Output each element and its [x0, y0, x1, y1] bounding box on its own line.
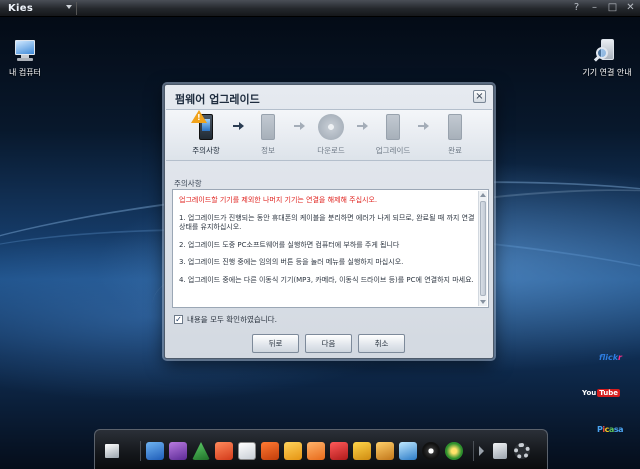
contacts-icon[interactable] [215, 442, 233, 460]
step-label: 완료 [448, 146, 462, 155]
close-icon[interactable]: ✕ [625, 2, 636, 14]
confirm-checkbox-row[interactable]: ✓ 내용을 모두 확인하였습니다. [174, 314, 277, 325]
divider [76, 2, 77, 15]
close-icon[interactable]: × [473, 90, 486, 103]
image-edit-icon[interactable] [399, 442, 417, 460]
picasa-logo[interactable]: Picasa [597, 425, 623, 434]
warning-mark: ! [197, 113, 201, 122]
photo-icon[interactable] [146, 442, 164, 460]
step-label: 다운로드 [317, 146, 345, 155]
messages-icon[interactable] [284, 442, 302, 460]
confirm-label: 내용을 모두 확인하였습니다. [187, 315, 277, 324]
kies-menu-button[interactable]: Kies [4, 1, 76, 16]
music-icon[interactable] [192, 442, 210, 460]
computer-icon [11, 38, 39, 64]
divider [140, 441, 141, 461]
dock-icons [103, 440, 530, 462]
flickr-logo[interactable]: flickr [599, 353, 622, 362]
image-icon[interactable] [376, 442, 394, 460]
dialog-buttons: 뒤로 다음 취소 [252, 334, 405, 353]
divider [473, 441, 474, 461]
phone-upgrade-icon [386, 114, 400, 140]
gallery-icon[interactable] [353, 442, 371, 460]
globe-icon[interactable] [445, 442, 463, 460]
step-label: 정보 [261, 146, 275, 155]
schedule-icon[interactable] [330, 442, 348, 460]
scrollbar[interactable] [478, 191, 487, 306]
disc-icon [318, 114, 344, 140]
section-label: 주의사항 [174, 179, 202, 188]
window-controls: ? – □ ✕ [571, 2, 636, 14]
maximize-icon[interactable]: □ [607, 2, 618, 14]
notice-item: 1. 업그레이드가 진행되는 동안 휴대폰의 케이블을 분리하면 에러가 나게 … [179, 213, 475, 232]
scroll-down-icon[interactable] [480, 300, 486, 304]
calendar-icon[interactable] [238, 442, 256, 460]
step-label: 업그레이드 [375, 146, 411, 155]
kies-logo: Kies [8, 3, 34, 14]
upgrade-steps: ! 주의사항 정보 다운로드 업그레이드 완료 [166, 109, 492, 161]
minimize-icon[interactable]: – [589, 2, 600, 14]
confirm-checkbox[interactable]: ✓ [174, 315, 183, 324]
cancel-button[interactable]: 취소 [358, 334, 405, 353]
notice-warning: 업그레이드할 기기를 제외한 나머지 기기는 연결을 해제해 주십시오. [179, 196, 378, 204]
connection-guide-label: 기기 연결 안내 [582, 68, 632, 77]
step-notice: ! 주의사항 [180, 110, 232, 156]
video-icon[interactable] [169, 442, 187, 460]
dock-bar [94, 429, 548, 469]
help-icon[interactable]: ? [571, 2, 582, 14]
next-button[interactable]: 다음 [305, 334, 352, 353]
disc-icon[interactable] [422, 442, 440, 460]
scroll-thumb[interactable] [480, 201, 486, 296]
my-computer-label: 내 컴퓨터 [9, 68, 41, 77]
phone-check-icon [448, 114, 462, 140]
firmware-upgrade-dialog: 펌웨어 업그레이드 × ! 주의사항 정보 다운로드 업그레이드 완료 주의사항 [164, 84, 494, 359]
step-complete: 완료 [429, 114, 481, 156]
scroll-up-icon[interactable] [480, 193, 486, 197]
dialog-title: 펌웨어 업그레이드 [175, 93, 260, 106]
step-label: 주의사항 [192, 146, 220, 155]
device-search-icon [593, 38, 621, 64]
settings-icon[interactable] [514, 443, 530, 459]
chevron-right-icon[interactable] [479, 446, 484, 456]
my-computer-shortcut[interactable]: 내 컴퓨터 [0, 38, 60, 78]
chevron-down-icon [66, 5, 72, 9]
notice-item: 2. 업그레이드 도중 PC소프트웨어를 실행하면 컴퓨터에 부하를 주게 됩니… [179, 240, 400, 249]
notice-text: 업그레이드할 기기를 제외한 나머지 기기는 연결을 해제해 주십시오. 1. … [179, 196, 475, 293]
back-button[interactable]: 뒤로 [252, 334, 299, 353]
device-icon[interactable] [493, 443, 507, 459]
phone-info-icon [261, 114, 275, 140]
title-bar: Kies ? – □ ✕ [0, 0, 640, 17]
step-download: 다운로드 [305, 114, 357, 156]
youtube-logo[interactable]: You Tube [582, 389, 620, 397]
export-icon[interactable] [105, 444, 119, 458]
step-info: 정보 [242, 114, 294, 156]
notice-item: 4. 업그레이드 중에는 다른 이동식 기기(MP3, 카메라, 이동식 드라이… [179, 275, 474, 284]
notice-item: 3. 업그레이드 진행 중에는 임의의 버튼 등을 눌러 메뉴를 실행하지 마십… [179, 258, 404, 266]
notes-icon[interactable] [261, 442, 279, 460]
podcast-icon[interactable] [307, 442, 325, 460]
notice-box: 업그레이드할 기기를 제외한 나머지 기기는 연결을 해제해 주십시오. 1. … [172, 189, 489, 308]
step-upgrade: 업그레이드 [367, 114, 419, 156]
connection-guide-shortcut[interactable]: 기기 연결 안내 [572, 38, 640, 78]
